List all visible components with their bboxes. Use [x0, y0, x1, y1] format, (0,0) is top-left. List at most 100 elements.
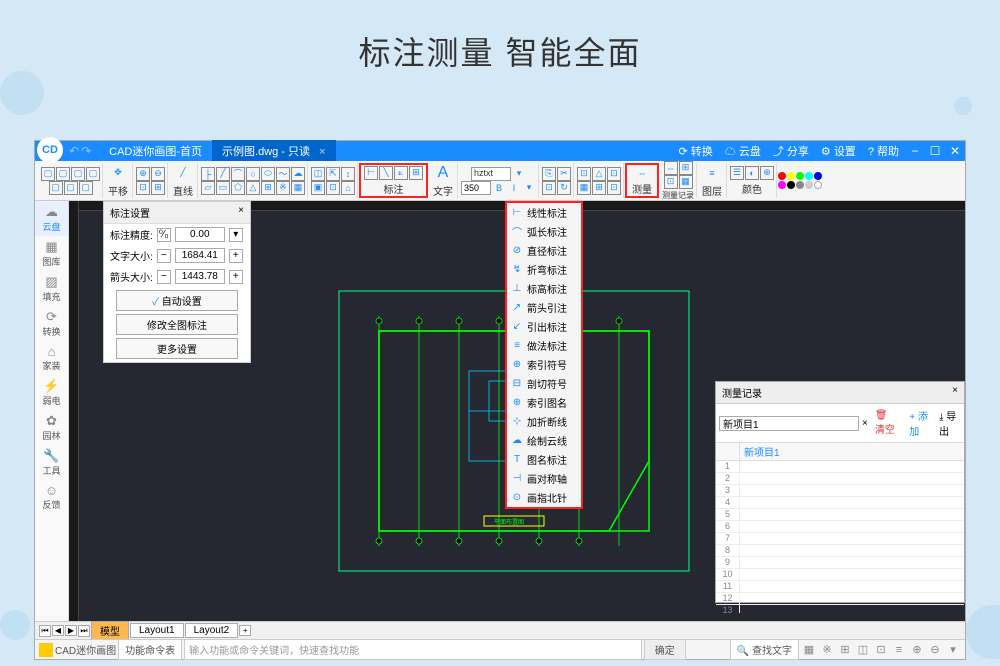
cmd-table-button[interactable]: 功能命令表 [118, 639, 182, 660]
dropdown-item-1[interactable]: ⌒弧长标注 [507, 222, 581, 241]
sidebar-item-cloud[interactable]: ☁云盘 [35, 201, 68, 236]
meas-row[interactable]: 11 [716, 581, 964, 593]
s4-icon[interactable]: ◫ [855, 643, 871, 656]
d4-icon[interactable]: ○ [246, 167, 260, 181]
minimize-icon[interactable]: − [905, 144, 925, 158]
f6-icon[interactable]: ⊡ [607, 181, 621, 195]
zoomfit-icon[interactable]: ⊡ [136, 181, 150, 195]
a2-icon[interactable]: ╲ [379, 166, 393, 180]
m1-icon[interactable]: ◫ [311, 167, 325, 181]
add-button[interactable]: + 添加 [905, 407, 932, 439]
open-icon[interactable]: ▢ [56, 167, 70, 181]
a1-icon[interactable]: ⊢ [364, 166, 378, 180]
more-settings-button[interactable]: 更多设置 [116, 338, 238, 359]
find-text-button[interactable]: 🔍 查找文字 [730, 639, 799, 660]
help-link[interactable]: ? 帮助 [862, 143, 905, 159]
cmd-input[interactable]: 输入功能或命令关键词，快速查找功能 [184, 639, 642, 660]
sidebar-item-fill[interactable]: ▨填充 [35, 271, 68, 306]
tab-layout2[interactable]: Layout2 [185, 623, 239, 638]
d10-icon[interactable]: ⬠ [231, 181, 245, 195]
clear-button[interactable]: 🗑 清空 [871, 409, 902, 437]
meas-row[interactable]: 1 [716, 461, 964, 473]
close-icon[interactable]: ✕ [945, 144, 965, 158]
meas-row[interactable]: 4 [716, 497, 964, 509]
d13-icon[interactable]: ※ [276, 181, 290, 195]
a3-icon[interactable]: ⟀ [394, 166, 408, 180]
d11-icon[interactable]: △ [246, 181, 260, 195]
saveas-icon[interactable]: ▢ [86, 167, 100, 181]
color-swatches[interactable] [778, 172, 828, 189]
precision-input[interactable] [175, 227, 225, 242]
as-minus[interactable]: − [157, 270, 171, 284]
sidebar-item-elec[interactable]: ⚡弱电 [35, 375, 68, 410]
tab-last-icon[interactable]: ⏭ [78, 625, 90, 637]
zoomout-icon[interactable]: ⊖ [151, 167, 165, 181]
d12-icon[interactable]: ⊞ [261, 181, 275, 195]
settings-link[interactable]: ⚙ 设置 [815, 143, 862, 159]
ts-minus[interactable]: − [157, 249, 171, 263]
dropdown-item-3[interactable]: ↯折弯标注 [507, 260, 581, 279]
e1-icon[interactable]: ⎘ [542, 167, 556, 181]
save-icon[interactable]: ▢ [71, 167, 85, 181]
f4-icon[interactable]: ▦ [577, 181, 591, 195]
print2-icon[interactable]: ▢ [64, 181, 78, 195]
tab-first-icon[interactable]: ⏮ [39, 625, 51, 637]
d8-icon[interactable]: ▱ [201, 181, 215, 195]
redo-icon[interactable]: ↷ [81, 144, 91, 158]
h2-icon[interactable]: ◐ [745, 166, 759, 180]
f3-icon[interactable]: ⊡ [607, 167, 621, 181]
maximize-icon[interactable]: ☐ [925, 144, 945, 158]
undo-icon[interactable]: ↶ [69, 144, 79, 158]
fontsize-input[interactable] [461, 181, 491, 195]
annot-panel-close-icon[interactable]: × [238, 205, 244, 220]
tab-home[interactable]: CAD迷你画图-首页 [99, 140, 212, 162]
meas-row[interactable]: 12 [716, 593, 964, 605]
a4-icon[interactable]: ⊞ [409, 166, 423, 180]
sidebar-item-tools[interactable]: 🔧工具 [35, 445, 68, 480]
dropdown-item-2[interactable]: ⊘直径标注 [507, 241, 581, 260]
layer-icon[interactable]: ≡ [700, 163, 724, 182]
arrowsize-input[interactable] [175, 269, 225, 284]
g4-icon[interactable]: ▦ [679, 175, 693, 189]
dropdown-item-14[interactable]: ⊣画对称轴 [507, 469, 581, 488]
cloud-link[interactable]: ☁ 云盘 [719, 143, 767, 159]
s9-icon[interactable]: ▾ [945, 643, 961, 656]
m4-icon[interactable]: ▣ [311, 181, 325, 195]
dropdown-item-10[interactable]: ⊕索引图名 [507, 393, 581, 412]
meas-row[interactable]: 6 [716, 521, 964, 533]
e2-icon[interactable]: ✂ [557, 167, 571, 181]
h3-icon[interactable]: ⊕ [760, 166, 774, 180]
d2-icon[interactable]: ╱ [216, 167, 230, 181]
dropdown-item-15[interactable]: ⊙画指北针 [507, 488, 581, 507]
tab-prev-icon[interactable]: ◀ [52, 625, 64, 636]
pan-icon[interactable]: ✥ [106, 163, 130, 182]
dropdown-item-8[interactable]: ⊕索引符号 [507, 355, 581, 374]
export-button[interactable]: ⤓ 导出 [935, 407, 961, 439]
as-plus[interactable]: + [229, 270, 243, 284]
sidebar-item-feedback[interactable]: ☺反馈 [35, 480, 68, 514]
print-icon[interactable]: ▢ [49, 181, 63, 195]
m2-icon[interactable]: ⇱ [326, 167, 340, 181]
proj-clear-icon[interactable]: × [862, 418, 868, 429]
dropdown-item-11[interactable]: ⊹加折断线 [507, 412, 581, 431]
dropdown-item-6[interactable]: ↙引出标注 [507, 317, 581, 336]
e3-icon[interactable]: ⊡ [542, 181, 556, 195]
tab-add-icon[interactable]: + [239, 625, 251, 636]
e4-icon[interactable]: ↻ [557, 181, 571, 195]
sidebar-item-gallery[interactable]: ▦图库 [35, 236, 68, 271]
meas-row[interactable]: 13 [716, 605, 964, 613]
prec-icon[interactable]: ⁰⁄₀ [157, 228, 171, 242]
tab-next-icon[interactable]: ▶ [65, 625, 77, 636]
new-icon[interactable]: ▢ [41, 167, 55, 181]
s2-icon[interactable]: ※ [819, 643, 835, 656]
ok-button[interactable]: 确定 [644, 639, 686, 660]
d7-icon[interactable]: ☁ [291, 167, 305, 181]
textsize-input[interactable] [175, 248, 225, 263]
text-icon[interactable]: A [431, 163, 455, 182]
measure-icon[interactable]: ⇔ [630, 165, 654, 180]
g3-icon[interactable]: ⊡ [664, 175, 678, 189]
d6-icon[interactable]: 〜 [276, 167, 290, 181]
dropdown-item-9[interactable]: ⊟剖切符号 [507, 374, 581, 393]
g1-icon[interactable]: ⇔ [664, 161, 678, 175]
zoomwin-icon[interactable]: ⊞ [151, 181, 165, 195]
